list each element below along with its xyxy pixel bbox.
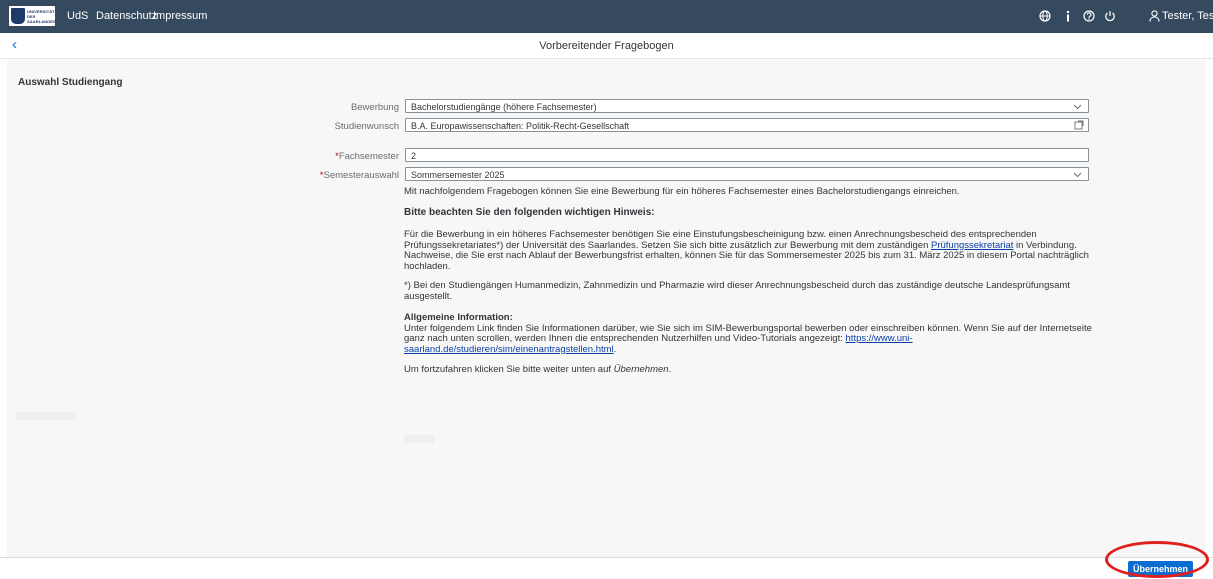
- help-icon[interactable]: [1081, 8, 1097, 24]
- shell-bar: UNIVERSITÄT DES SAARLANDES UdS Datenschu…: [0, 0, 1213, 33]
- university-logo[interactable]: UNIVERSITÄT DES SAARLANDES: [9, 6, 56, 26]
- form-panel: Auswahl Studiengang Bewerbung Bachelorst…: [7, 60, 1206, 557]
- fachsemester-input[interactable]: 2: [405, 148, 1089, 162]
- semesterauswahl-select[interactable]: Sommersemester 2025: [405, 167, 1089, 181]
- continue-hint: Um fortzufahren klicken Sie bitte weiter…: [404, 364, 672, 375]
- crest-icon: [11, 8, 25, 24]
- user-name[interactable]: Tester, Test: [1162, 10, 1213, 22]
- nav-link-uds[interactable]: UdS: [67, 10, 88, 22]
- hint-paragraph: Für die Bewerbung in ein höheres Fachsem…: [404, 229, 1089, 272]
- nav-link-datenschutz[interactable]: Datenschutz: [96, 10, 157, 22]
- bewerbung-select[interactable]: Bachelorstudiengänge (höhere Fachsemeste…: [405, 99, 1089, 113]
- footer-bar: [0, 557, 1213, 579]
- general-info: Allgemeine Information: Unter folgendem …: [404, 312, 1094, 355]
- user-icon[interactable]: [1146, 8, 1162, 24]
- globe-icon[interactable]: [1037, 8, 1053, 24]
- semesterauswahl-label: *Semesterauswahl: [319, 170, 399, 181]
- nav-link-impressum[interactable]: Impressum: [153, 10, 207, 22]
- fachsemester-label: *Fachsemester: [335, 151, 399, 162]
- pruefungssekretariat-link[interactable]: Prüfungssekretariat: [931, 240, 1013, 251]
- hint-heading: Bitte beachten Sie den folgenden wichtig…: [404, 207, 655, 218]
- section-title: Auswahl Studiengang: [18, 77, 123, 88]
- logo-text: UNIVERSITÄT DES SAARLANDES: [27, 8, 56, 24]
- chevron-down-icon[interactable]: [1073, 101, 1082, 115]
- page-title: Vorbereitender Fragebogen: [539, 40, 674, 52]
- chevron-down-icon[interactable]: [1073, 169, 1082, 183]
- page-header: ‹ Vorbereitender Fragebogen: [0, 33, 1213, 59]
- info-icon[interactable]: [1060, 8, 1076, 24]
- power-icon[interactable]: [1102, 8, 1118, 24]
- footnote-text: *) Bei den Studiengängen Humanmedizin, Z…: [404, 280, 1070, 302]
- value-help-icon[interactable]: [1074, 120, 1084, 130]
- studienwunsch-label: Studienwunsch: [334, 121, 399, 132]
- faint-artifact: [404, 435, 434, 443]
- studienwunsch-field[interactable]: B.A. Europawissenschaften: Politik-Recht…: [405, 118, 1089, 132]
- bewerbung-label: Bewerbung: [350, 102, 399, 113]
- faint-artifact: [15, 412, 75, 420]
- accept-button[interactable]: Übernehmen: [1128, 561, 1193, 577]
- intro-text: Mit nachfolgendem Fragebogen können Sie …: [404, 186, 960, 197]
